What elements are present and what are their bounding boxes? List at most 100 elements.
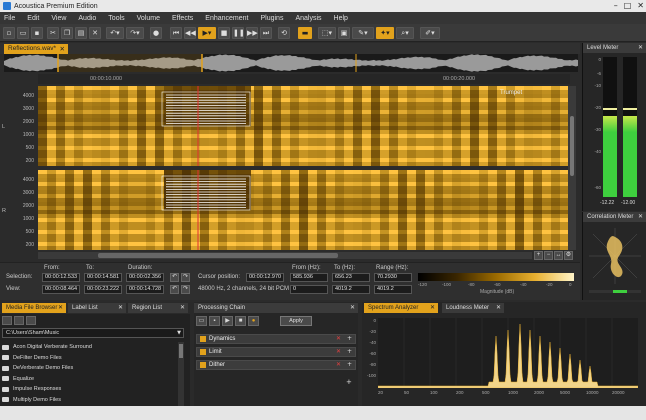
spectrogram-cell [458,130,461,134]
magic-wand-icon[interactable]: ✦▾ [376,27,394,39]
menu-help[interactable]: Help [334,15,348,22]
spectrogram-cell [428,86,431,90]
spectrogram-cell [62,206,65,210]
menu-enhancement[interactable]: Enhancement [205,15,248,22]
menu-file[interactable]: File [4,15,15,22]
cut-icon[interactable]: ✂ [47,27,59,39]
spectrogram-cell [44,178,47,182]
spectrogram-cell [74,210,77,214]
delete-icon[interactable]: ✕ [89,27,101,39]
spectrogram-cell [467,118,470,122]
spectrogram-cell [131,242,134,246]
close-tab-icon[interactable]: ✕ [60,44,65,54]
spectrogram-cell [68,234,71,238]
spectrogram-cell [161,190,164,194]
menu-view[interactable]: View [51,15,66,22]
spectrogram-cell [92,126,95,130]
spectrogram-cell [293,154,296,158]
spectrogram-cell [158,150,161,154]
spectrogram-cell [125,194,128,198]
spectrogram-cell [74,162,77,166]
new-file-icon[interactable]: ▫ [3,27,15,39]
spectrogram-right-channel[interactable] [38,170,570,250]
spectrogram-cell [107,170,110,174]
spectrogram-cell [224,122,227,126]
spectrogram-cell [518,118,521,122]
spectrogram-cell [272,134,275,138]
spectrogram-cell [338,138,341,142]
zoom-tool-icon[interactable]: ⌕▾ [396,27,414,39]
spectrogram-cell [353,134,356,138]
fast-forward-icon[interactable]: ▶▶ [246,27,258,39]
snap-icon[interactable]: ▬ [298,27,312,39]
spectrogram-left-channel[interactable]: Trumpet [38,86,570,166]
spectrogram-cell [533,98,536,102]
menu-audio[interactable]: Audio [78,15,96,22]
marker-tool-icon[interactable]: ✐▾ [420,27,440,39]
spectrogram-cell [440,138,443,142]
pause-icon[interactable]: ❚❚ [232,27,245,39]
paste-icon[interactable]: ▤ [75,27,87,39]
spectrogram-cell [47,218,50,222]
spectrogram-cell [377,98,380,102]
minimize-icon[interactable]: – [614,1,618,10]
spectrogram-cell [41,110,44,114]
spectrogram-cell [410,98,413,102]
open-file-icon[interactable]: ▭ [17,27,29,39]
spectrogram-cell [119,178,122,182]
menu-analysis[interactable]: Analysis [295,15,321,22]
menu-volume[interactable]: Volume [137,15,160,22]
spectrogram-cell [101,162,104,166]
spectrogram-cell [95,126,98,130]
menu-plugins[interactable]: Plugins [260,15,283,22]
close-icon[interactable]: ✕ [637,1,644,10]
spectrogram-cell [404,94,407,98]
spectrogram-cell [137,142,140,146]
spectrogram-cell [143,138,146,142]
rewind-icon[interactable]: ◀◀ [184,27,196,39]
spectrogram-cell [359,94,362,98]
spectrogram-cell [332,106,335,110]
spectrogram-cell [536,162,539,166]
copy-icon[interactable]: ❐ [61,27,73,39]
skip-end-icon[interactable]: ⏭ [260,27,272,39]
spectrogram-cell [374,150,377,154]
spectrogram-cell [107,134,110,138]
spectrogram-cell [239,130,242,134]
select-all-icon[interactable]: ▣ [338,27,350,39]
spectrogram-cell [62,226,65,230]
play-icon[interactable]: ▶▾ [198,27,216,39]
spectrogram-cell [158,90,161,94]
spectrogram-cell [200,210,203,214]
time-ruler[interactable]: 00:00:10.000 00:00:20.000 [38,74,570,84]
brush-tool-icon[interactable]: ✎▾ [352,27,374,39]
maximize-icon[interactable]: □ [624,1,632,10]
menu-effects[interactable]: Effects [172,15,193,22]
overview-waveform[interactable] [4,54,578,72]
skip-start-icon[interactable]: ⏮ [170,27,182,39]
spectrogram-cell [104,178,107,182]
spectrogram-cell [80,246,83,250]
spectrogram-cell [524,126,527,130]
spectrogram-cell [518,162,521,166]
spectrogram-cell [413,98,416,102]
spectrogram-cell [155,218,158,222]
stop-icon[interactable]: ■ [218,27,230,39]
record-icon[interactable]: ● [150,27,162,39]
spectrogram-cell [344,106,347,110]
menu-edit[interactable]: Edit [27,15,39,22]
spectrogram-cell [158,182,161,186]
spectrogram-cell [455,90,458,94]
loop-icon[interactable]: ⟲ [278,27,290,39]
spectrogram-cell [413,130,416,134]
document-tab[interactable]: Reflections.wav* ✕ [4,44,68,54]
redo-icon[interactable]: ↷▾ [126,27,144,39]
spectrogram-cell [47,174,50,178]
spectrogram-cell [323,126,326,130]
save-icon[interactable]: ▪ [31,27,43,39]
spectrogram-cell [317,94,320,98]
menu-tools[interactable]: Tools [108,15,124,22]
undo-icon[interactable]: ↶▾ [106,27,124,39]
select-tool-icon[interactable]: ⬚▾ [318,27,336,39]
spectrogram-cell [224,142,227,146]
